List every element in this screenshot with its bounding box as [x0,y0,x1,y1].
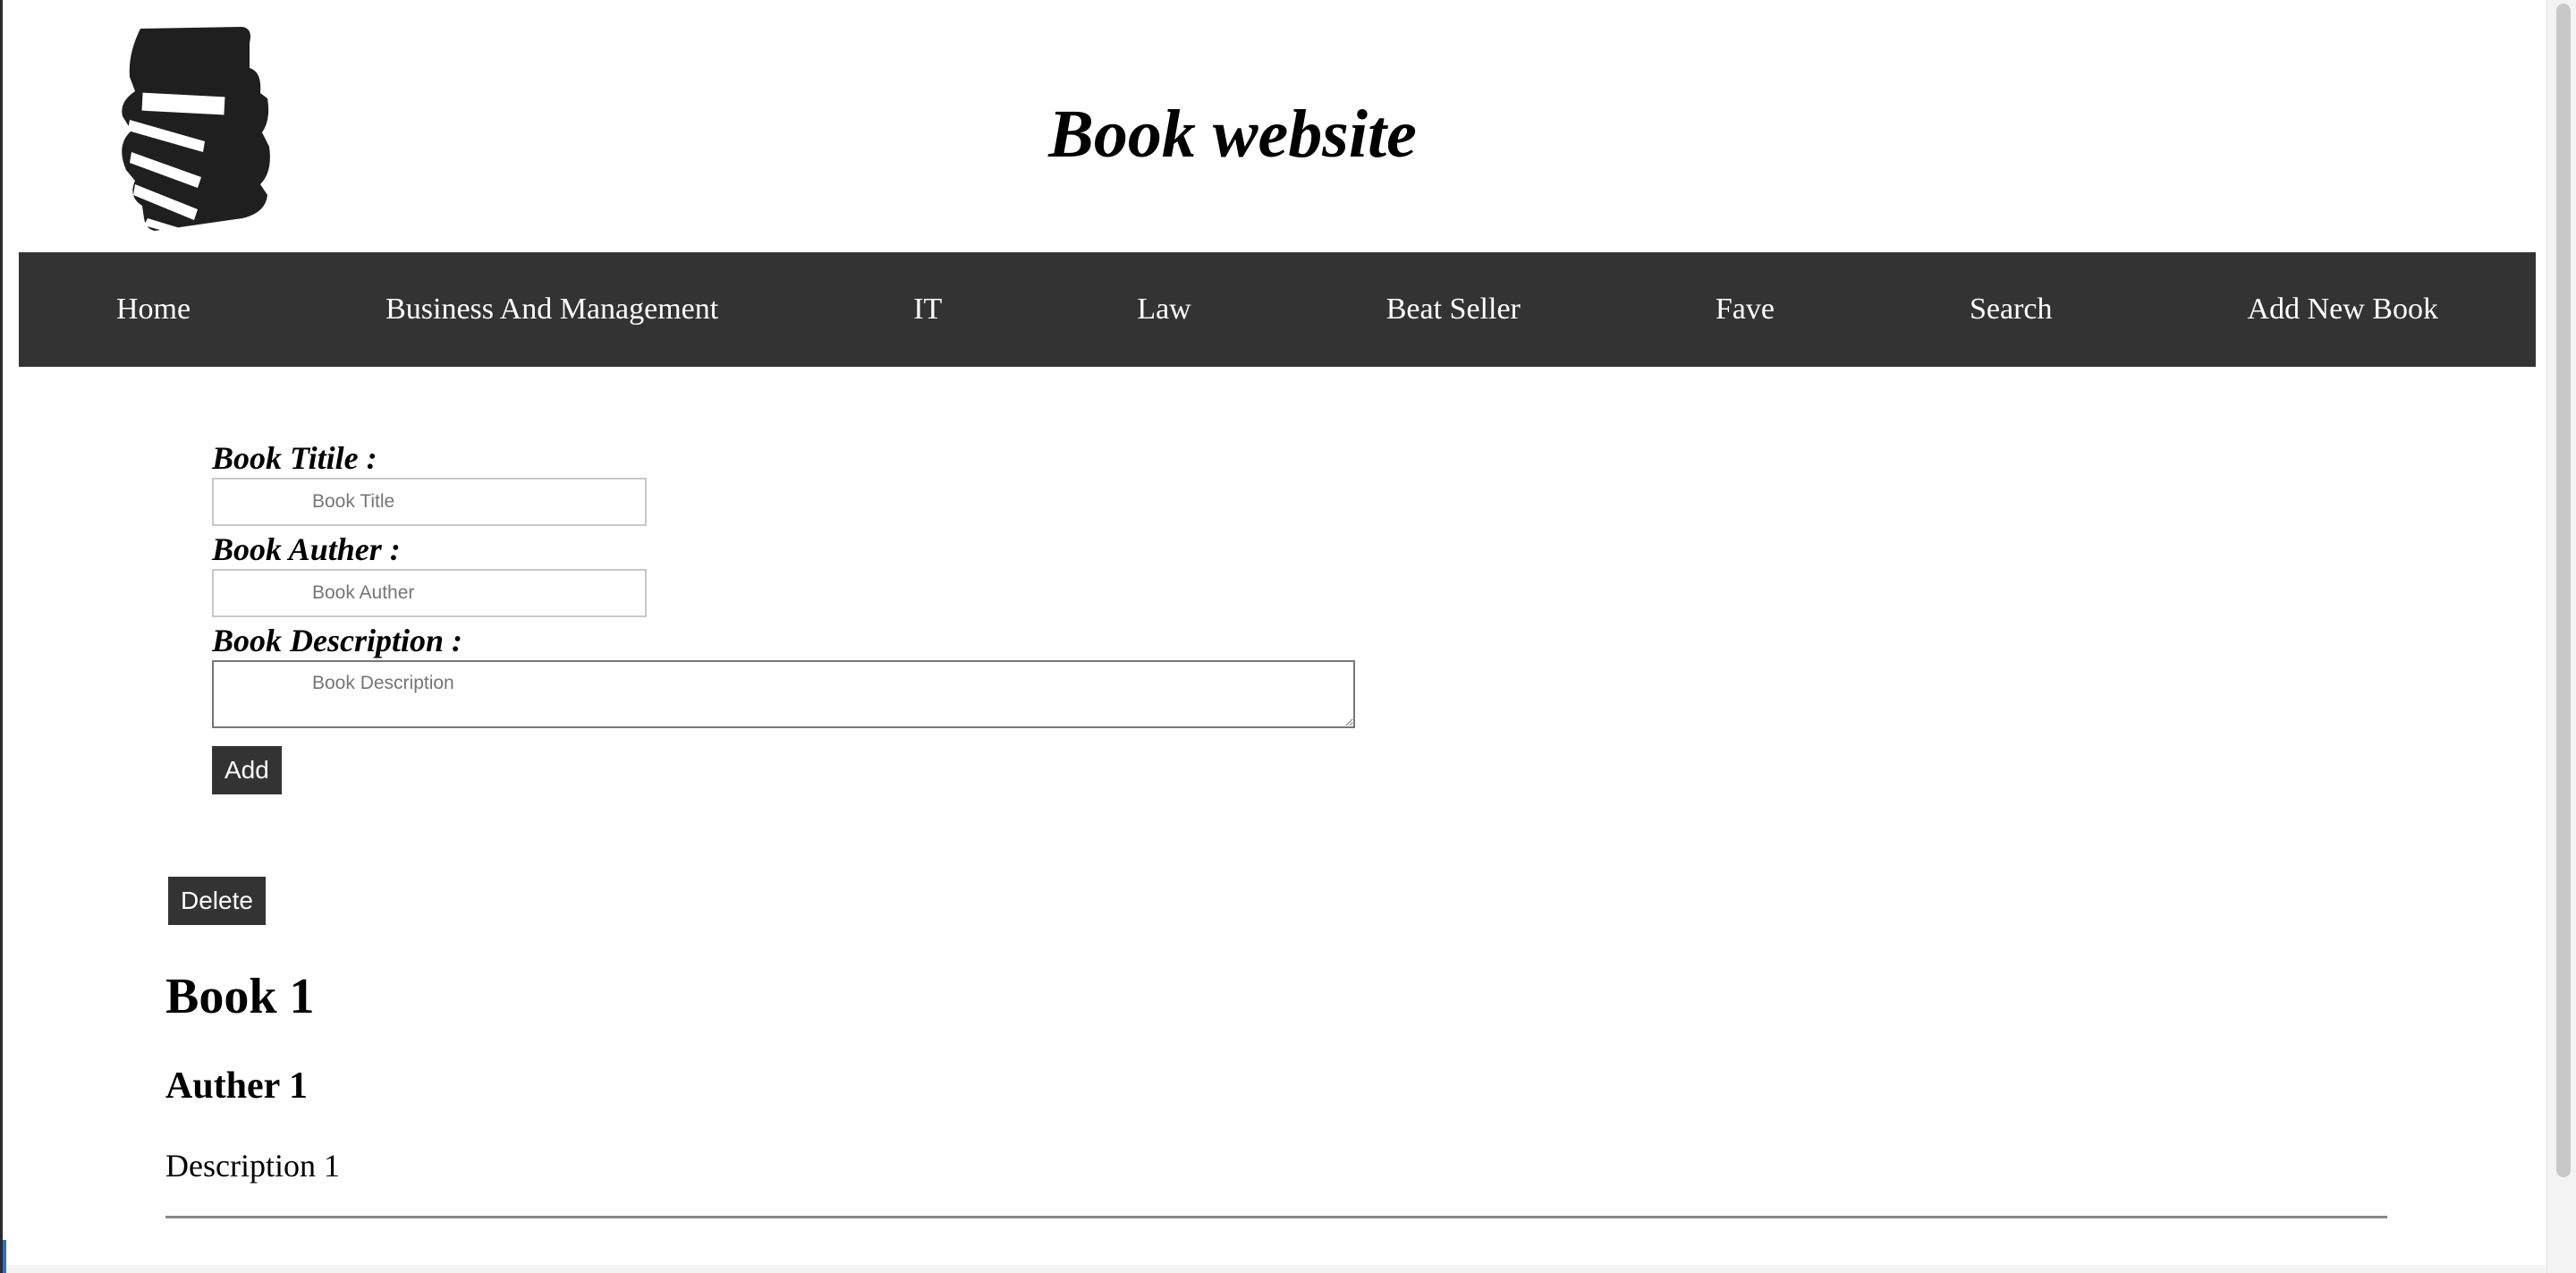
nav-law[interactable]: Law [1137,293,1191,327]
nav-fave[interactable]: Fave [1716,293,1775,327]
main-navigation: Home Business And Management IT Law Beat… [19,252,2536,367]
nav-add-new-book[interactable]: Add New Book [2248,293,2438,327]
book-author: Auther 1 [165,1065,309,1107]
page: Book website Home Business And Managemen… [0,0,2550,1273]
nav-business-and-management[interactable]: Business And Management [386,293,718,327]
book-description-textarea[interactable] [212,660,1355,728]
corner-accent [3,1240,6,1273]
nav-it[interactable]: IT [913,293,942,327]
book-divider [165,1216,2387,1218]
vertical-scrollbar[interactable] [2546,0,2576,1273]
book-title: Book 1 [165,969,315,1024]
nav-search[interactable]: Search [1970,293,2053,327]
book-author-input[interactable] [212,569,647,617]
add-book-form: Book Titile : Book Auther : Book Descrip… [212,438,1355,728]
book-title-label: Book Titile : [212,440,377,476]
nav-beat-seller[interactable]: Beat Seller [1386,293,1521,327]
add-book-button[interactable]: Add [212,746,282,794]
scrollbar-thumb[interactable] [2556,4,2571,1177]
nav-home[interactable]: Home [116,293,191,327]
delete-book-button[interactable]: Delete [168,877,266,925]
book-description: Description 1 [165,1148,340,1184]
site-title: Book website [1048,97,1417,172]
book-description-label: Book Description : [212,623,463,658]
bottom-strip [3,1265,2550,1273]
book-author-label: Book Auther : [212,531,401,567]
book-title-input[interactable] [212,478,647,526]
